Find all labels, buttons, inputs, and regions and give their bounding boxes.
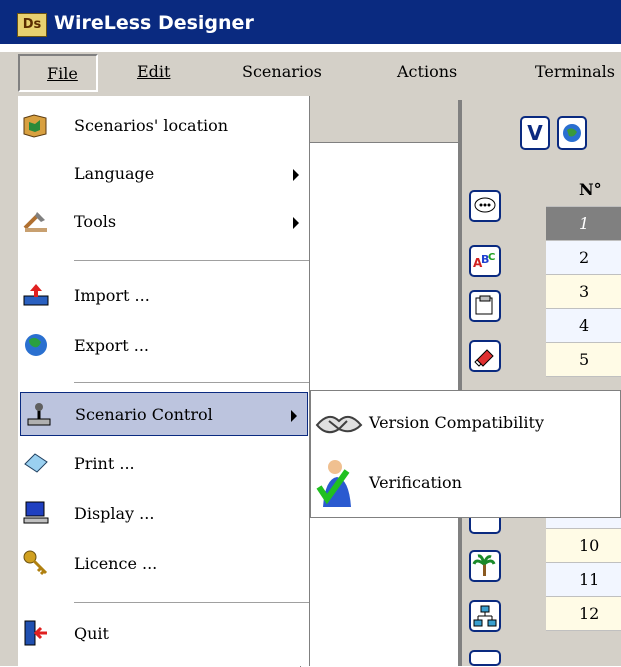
globe-icon	[563, 124, 581, 142]
menu-terminals[interactable]: Terminals	[535, 62, 615, 81]
menu-separator	[74, 602, 309, 604]
menu-scenarios[interactable]: Scenarios	[242, 62, 322, 81]
menu-file-label: File	[47, 64, 78, 83]
menu-terminals-label: Terminals	[535, 62, 616, 81]
submenu-arrow-icon	[291, 410, 297, 422]
menu-item-label: Print ...	[74, 454, 135, 473]
menu-item-label: Quit	[74, 624, 109, 643]
globe-button[interactable]	[557, 116, 587, 150]
menu-item-label: Scenario Control	[75, 405, 213, 424]
menu-item-label: Verification	[369, 473, 462, 492]
handshake-icon	[315, 415, 363, 434]
palm-tree-icon[interactable]	[469, 550, 501, 582]
menu-item-print[interactable]: Print ...	[18, 442, 309, 486]
menu-item-label: Licence ...	[74, 554, 158, 573]
table-row[interactable]: 3	[546, 275, 621, 309]
properties-icon[interactable]	[469, 290, 501, 322]
monitor-icon	[23, 501, 49, 524]
menu-file[interactable]: File	[18, 54, 98, 92]
menu-item-display[interactable]: Display ...	[18, 492, 309, 536]
window-title: WireLess Designer	[54, 12, 254, 34]
menu-item-tools[interactable]: Tools	[18, 200, 309, 244]
app-logo: Ds	[17, 13, 47, 37]
submenu-arrow-icon	[293, 217, 299, 229]
table-row[interactable]: 1	[546, 207, 621, 241]
menu-actions-label: Actions	[397, 62, 458, 81]
menu-scenarios-label: Scenarios	[242, 62, 322, 81]
eraser-icon	[24, 453, 48, 473]
scenario-control-submenu: Version Compatibility Verification	[310, 390, 621, 518]
chat-icon[interactable]	[469, 190, 501, 222]
person-check-icon	[316, 460, 351, 507]
network-icon[interactable]	[469, 600, 501, 632]
menu-edit-label: Edit	[137, 62, 171, 81]
down-tool-icon[interactable]	[469, 650, 501, 666]
menu-separator	[74, 382, 309, 384]
menu-item-import[interactable]: Import ...	[18, 274, 309, 318]
table-row[interactable]: 10	[546, 529, 621, 563]
menu-edit[interactable]: Edit	[137, 62, 170, 81]
tools-icon	[23, 212, 47, 232]
menu-item-label: Scenarios' location	[74, 116, 229, 135]
menu-separator	[74, 260, 309, 262]
grid-header: N°	[546, 173, 621, 207]
menu-bar: File Edit Scenarios Actions Terminals	[0, 52, 621, 96]
menu-item-label: Export ...	[74, 336, 149, 355]
key-icon	[23, 550, 48, 576]
menu-item-licence[interactable]: Licence ...	[18, 542, 309, 586]
eraser-tool-icon[interactable]	[469, 340, 501, 372]
menu-item-quit[interactable]: Quit	[18, 612, 309, 656]
spellcheck-icon[interactable]: ABC	[469, 245, 501, 277]
menu-actions[interactable]: Actions	[397, 62, 457, 81]
menu-item-label: Display ...	[74, 504, 155, 523]
globe-icon	[25, 334, 47, 356]
menu-item-label: Import ...	[74, 286, 150, 305]
table-row[interactable]: 11	[546, 563, 621, 597]
menu-item-version-compatibility[interactable]: Version Compatibility	[311, 393, 620, 453]
import-icon	[23, 284, 49, 306]
table-row[interactable]: 12	[546, 597, 621, 631]
folder-map-icon	[23, 114, 47, 138]
title-bar: Ds WireLess Designer	[0, 0, 621, 44]
menu-item-verification[interactable]: Verification	[311, 453, 620, 513]
menu-item-scenarios-location[interactable]: Scenarios' location	[18, 104, 309, 148]
joystick-icon	[27, 403, 51, 426]
menu-item-scenario-control[interactable]: Scenario Control	[20, 392, 308, 436]
menu-item-label: Tools	[74, 212, 117, 231]
table-row[interactable]: 5	[546, 343, 621, 377]
submenu-arrow-icon	[293, 169, 299, 181]
menu-item-label: Version Compatibility	[369, 413, 544, 432]
menu-item-language[interactable]: Language	[18, 152, 309, 196]
menu-item-label: Language	[74, 164, 155, 183]
v-button[interactable]: V	[520, 116, 550, 150]
menu-item-export[interactable]: Export ...	[18, 324, 309, 368]
table-row[interactable]: 4	[546, 309, 621, 343]
file-menu-dropdown: Scenarios' location Language Tools Impor…	[18, 96, 310, 666]
exit-door-icon	[24, 620, 47, 646]
svg-text:C: C	[488, 252, 495, 263]
table-row[interactable]: 2	[546, 241, 621, 275]
